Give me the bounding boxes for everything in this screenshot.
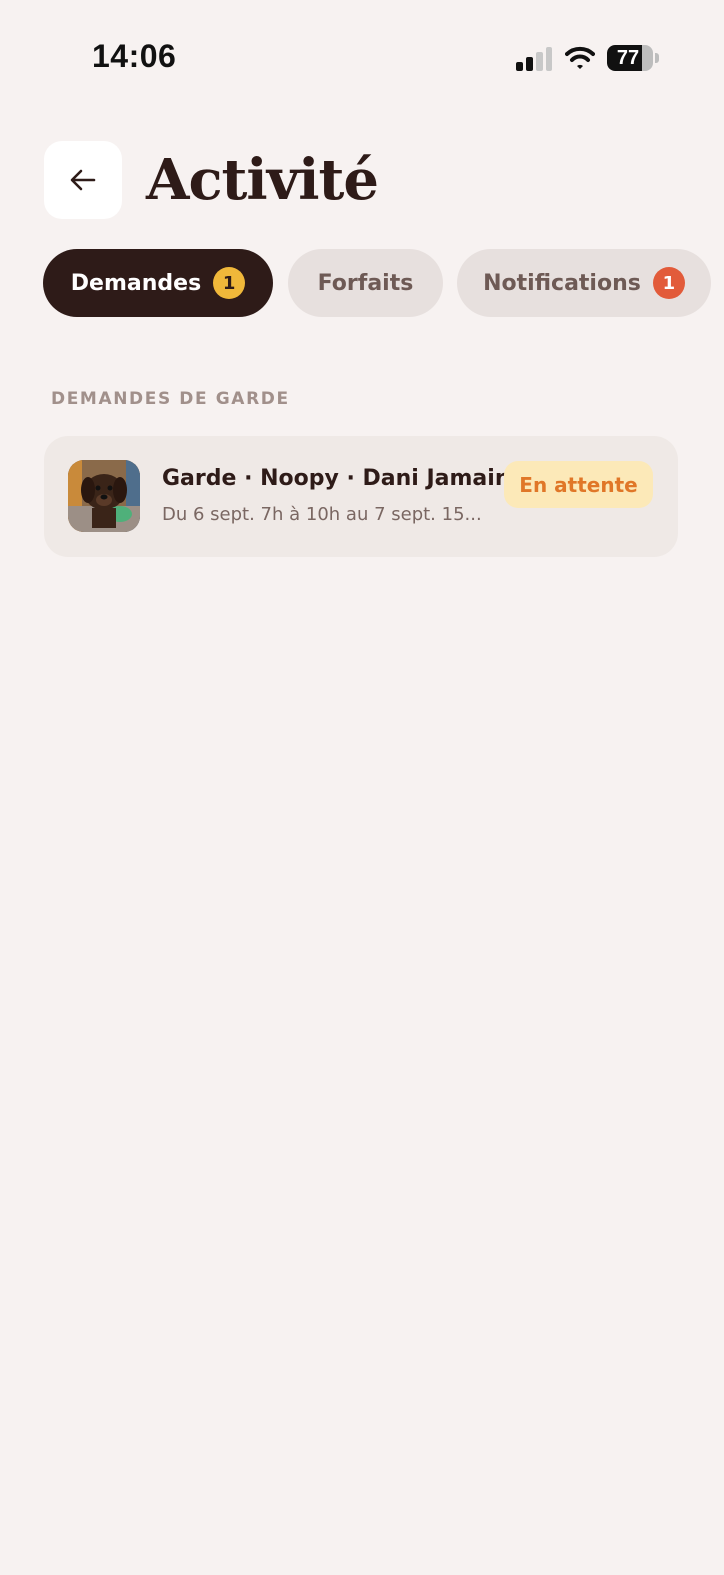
back-button[interactable]: [44, 141, 122, 219]
pet-avatar: [68, 460, 140, 532]
page-title: Activité: [146, 147, 379, 213]
battery-icon: 77: [607, 45, 653, 71]
battery-level: 77: [616, 47, 640, 69]
cellular-signal-icon: [516, 47, 552, 71]
tab-label: Notifications: [483, 270, 641, 296]
wifi-icon: [565, 46, 595, 69]
tab-label: Demandes: [70, 270, 202, 296]
request-title: Garde · Noopy · Dani Jamain: [162, 466, 511, 491]
arrow-left-icon: [70, 169, 96, 191]
request-card[interactable]: Garde · Noopy · Dani Jamain Du 6 sept. 7…: [44, 436, 678, 557]
tab-forfaits[interactable]: Forfaits: [288, 249, 443, 317]
tab-notifications[interactable]: Notifications 1: [457, 249, 711, 317]
section-heading: DEMANDES DE GARDE: [51, 389, 290, 409]
status-badge: En attente: [504, 461, 653, 508]
notification-count-badge: 1: [652, 267, 685, 299]
tab-demandes[interactable]: Demandes 1: [43, 249, 273, 317]
activity-screen: 14:06 77 Activité Demandes 1 Forfaits No…: [0, 0, 724, 1575]
request-dates: Du 6 sept. 7h à 10h au 7 sept. 15...: [162, 504, 482, 525]
status-bar: 14:06 77: [0, 0, 724, 118]
status-time: 14:06: [92, 38, 177, 74]
dog-photo: [68, 460, 140, 532]
battery-cap: [655, 53, 659, 63]
tab-label: Forfaits: [317, 270, 414, 296]
tab-count-badge: 1: [213, 267, 246, 299]
